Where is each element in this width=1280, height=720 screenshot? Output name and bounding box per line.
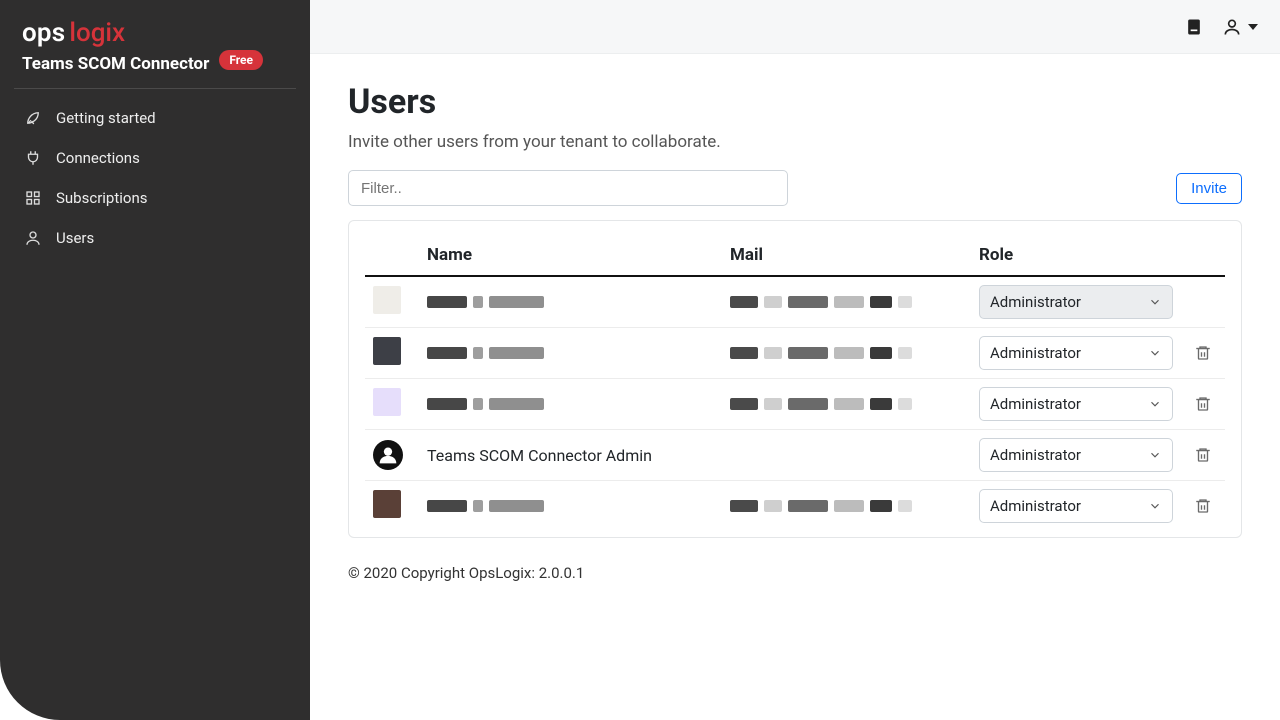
table-row: Administrator [365,276,1225,328]
table-row: Administrator [365,481,1225,532]
delete-user-button[interactable] [1189,492,1217,520]
brand-ops: ops [22,18,65,48]
sidebar-item-subscriptions[interactable]: Subscriptions [14,179,296,217]
grid-icon [24,189,42,207]
delete-user-button[interactable] [1189,390,1217,418]
person-icon [1222,17,1242,37]
col-avatar [365,235,419,276]
sidebar-item-connections[interactable]: Connections [14,139,296,177]
users-toolbar: Invite [348,170,1242,206]
table-row: Administrator [365,328,1225,379]
role-select[interactable]: Administrator [979,387,1173,421]
delete-user-button[interactable] [1189,441,1217,469]
avatar [373,337,401,365]
role-value: Administrator [990,293,1081,311]
user-menu[interactable] [1222,17,1258,37]
col-name: Name [419,235,722,276]
sidebar-item-users[interactable]: Users [14,219,296,257]
role-select[interactable]: Administrator [979,438,1173,472]
person-icon [24,229,42,247]
role-value: Administrator [990,395,1081,413]
chevron-down-icon [1148,397,1162,411]
plug-icon [24,149,42,167]
users-card: Name Mail Role Administrator Administrato… [348,220,1242,538]
chevron-down-icon [1148,346,1162,360]
brand-logo: opslogix [14,18,296,48]
filter-input[interactable] [348,170,788,206]
product-name: Teams SCOM Connector [22,54,209,74]
role-select[interactable]: Administrator [979,336,1173,370]
role-select[interactable]: Administrator [979,489,1173,523]
sidebar-item-label: Getting started [56,109,156,127]
tier-badge: Free [219,50,263,70]
users-table: Name Mail Role Administrator Administrato… [365,235,1225,531]
rocket-icon [24,109,42,127]
avatar [373,490,401,518]
sidebar-item-getting-started[interactable]: Getting started [14,99,296,137]
table-row: Teams SCOM Connector Admin Administrator [365,430,1225,481]
col-role: Role [971,235,1181,276]
avatar [373,440,403,470]
brand-logix: logix [69,18,125,48]
avatar [373,388,401,416]
role-value: Administrator [990,344,1081,362]
chevron-down-icon [1148,499,1162,513]
col-mail: Mail [722,235,971,276]
content: Users Invite other users from your tenan… [310,54,1280,720]
role-value: Administrator [990,446,1081,464]
chevron-down-icon [1148,448,1162,462]
sidebar-item-label: Users [56,229,94,247]
docs-icon[interactable] [1184,17,1204,37]
sidebar: opslogix Teams SCOM Connector Free Getti… [0,0,310,720]
invite-button[interactable]: Invite [1176,173,1242,204]
footer-text: © 2020 Copyright OpsLogix: 2.0.0.1 [348,538,1242,600]
delete-user-button[interactable] [1189,339,1217,367]
col-actions [1181,235,1225,276]
chevron-down-icon [1248,24,1258,30]
sidebar-item-label: Subscriptions [56,189,147,207]
table-row: Administrator [365,379,1225,430]
sidebar-nav: Getting started Connections Subscription… [14,99,296,257]
avatar [373,286,401,314]
topbar [310,0,1280,54]
page-title: Users [348,82,1242,122]
main: Users Invite other users from your tenan… [310,0,1280,720]
role-select[interactable]: Administrator [979,285,1173,319]
page-subtitle: Invite other users from your tenant to c… [348,132,1242,152]
chevron-down-icon [1148,295,1162,309]
role-value: Administrator [990,497,1081,515]
sidebar-item-label: Connections [56,149,140,167]
sidebar-divider [14,88,296,89]
user-name: Teams SCOM Connector Admin [427,446,652,465]
